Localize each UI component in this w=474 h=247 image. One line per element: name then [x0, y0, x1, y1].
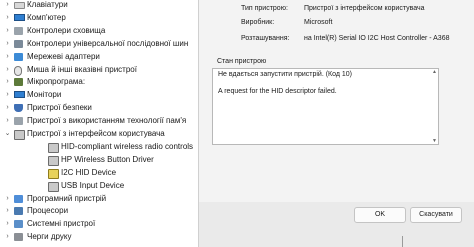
expand-chevron-icon[interactable]: › [4, 218, 11, 230]
tree-item-label: HID-compliant wireless radio controls [61, 141, 194, 151]
device-tree: › Клавіатури › Комп'ютер › Контролери сховища… [0, 0, 200, 247]
scroll-down-arrow-icon[interactable]: ▼ [432, 139, 437, 144]
mouse-icon [14, 65, 22, 76]
tree-category-item[interactable]: › Пристрої з використанням технології пам… [0, 115, 200, 127]
usb-icon [14, 39, 23, 48]
tree-item-label: Процесори [27, 206, 69, 216]
tree-category-item[interactable]: › Комп'ютер [0, 12, 200, 24]
tree-category-item[interactable]: › Монітори [0, 89, 200, 101]
expand-chevron-icon[interactable]: › [4, 193, 11, 205]
tree-category-item[interactable]: › Процесори [0, 205, 200, 217]
tree-item-label: Пристрої з інтерфейсом користувача [27, 129, 165, 138]
system-icon [14, 220, 23, 229]
tree-item-label: Контролери універсальної послідовної шин [27, 38, 189, 48]
resize-grip[interactable] [402, 236, 403, 247]
disk-icon [14, 26, 23, 35]
cancel-button[interactable]: Скасувати [410, 207, 462, 223]
tree-item-label: Мережеві адаптери [27, 51, 100, 61]
monitor-icon [14, 13, 25, 21]
expand-chevron-icon[interactable]: › [4, 102, 11, 114]
hid-icon [48, 181, 59, 192]
expand-chevron-icon[interactable]: › [4, 0, 11, 11]
tree-device-item[interactable]: HP Wireless Button Driver [0, 154, 200, 166]
status-error-code-text: Не вдається запустити пристрій. (Код 10) [218, 71, 353, 78]
chip-icon [14, 78, 23, 87]
printer-icon [14, 233, 23, 242]
location-value: на Intel(R) Serial IO I2C Host Controlle… [304, 35, 450, 42]
monitor-icon [14, 91, 25, 99]
expand-chevron-icon[interactable]: › [4, 64, 11, 76]
tree-item-label: Програмний пристрій [27, 193, 107, 203]
ok-button[interactable]: OK [354, 207, 406, 223]
tree-item-label: Пристрої з використанням технології пам'… [27, 116, 187, 126]
tree-category-item[interactable]: › Програмний пристрій [0, 193, 200, 205]
expand-chevron-icon[interactable]: › [4, 115, 11, 127]
expand-chevron-icon[interactable]: › [4, 89, 11, 101]
tree-item-label: Пристрої безпеки [27, 103, 92, 113]
location-key: Розташування: [241, 35, 290, 42]
expand-chevron-icon[interactable]: › [4, 25, 11, 37]
expand-chevron-icon[interactable]: › [4, 51, 11, 63]
shield-icon [14, 104, 23, 113]
tree-item-label: Системні пристрої [27, 219, 96, 229]
device-status-textbox[interactable]: Не вдається запустити пристрій. (Код 10)… [212, 68, 439, 145]
tree-item-label: Миша й інші вказівні пристрої [27, 64, 137, 74]
tree-category-item[interactable]: › Мережеві адаптери [0, 51, 200, 63]
tree-item-label: Клавіатури [27, 0, 68, 9]
tree-device-item[interactable]: USB Input Device [0, 180, 200, 192]
tree-device-item[interactable]: HID-compliant wireless radio controls [0, 141, 200, 153]
manufacturer-value: Microsoft [304, 19, 333, 26]
tree-device-item[interactable]: I2C HID Device [0, 167, 200, 179]
hid-warning-icon [48, 168, 59, 179]
tree-item-label: I2C HID Device [61, 167, 117, 177]
collapse-chevron-icon[interactable]: ⌄ [4, 128, 11, 140]
hid-icon [14, 130, 25, 140]
expand-chevron-icon[interactable]: › [4, 205, 11, 217]
expand-chevron-icon[interactable]: › [4, 12, 11, 24]
device-properties-dialog: Тип пристрою: Пристрої з інтерфейсом кор… [198, 0, 474, 247]
status-scrollbar[interactable]: ▲ ▼ [432, 70, 437, 144]
tree-category-item[interactable]: › Клавіатури [0, 0, 200, 11]
keyboard-icon [14, 2, 25, 9]
tree-item-label: Монітори [27, 90, 62, 100]
tree-item-label: Комп'ютер [27, 12, 66, 22]
tree-category-item[interactable]: › Контролери сховища [0, 25, 200, 37]
manufacturer-key: Виробник: [241, 19, 275, 26]
tree-category-item[interactable]: ⌄ Пристрої з інтерфейсом користувача [0, 128, 200, 140]
device-type-key: Тип пристрою: [241, 5, 288, 12]
cpu-icon [14, 207, 23, 216]
expand-chevron-icon[interactable]: › [4, 231, 11, 243]
tree-item-label: USB Input Device [61, 180, 125, 190]
tree-category-item[interactable]: › Мікропрограма: [0, 76, 200, 88]
device-status-label: Стан пристрою [217, 58, 267, 65]
scroll-up-arrow-icon[interactable]: ▲ [432, 70, 437, 75]
network-icon [14, 52, 23, 61]
tree-category-item[interactable]: › Пристрої безпеки [0, 102, 200, 114]
app-icon [14, 194, 23, 203]
tree-category-item[interactable]: › Миша й інші вказівні пристрої [0, 64, 200, 76]
tree-category-item[interactable]: › Системні пристрої [0, 218, 200, 230]
status-detail-text: A request for the HID descriptor failed. [218, 88, 337, 95]
tree-item-label: Мікропрограма: [27, 77, 86, 87]
tree-category-item[interactable]: › Черги друку [0, 231, 200, 243]
hid-icon [48, 155, 59, 166]
device-type-value: Пристрої з інтерфейсом користувача [304, 5, 425, 12]
hid-icon [48, 142, 59, 153]
tree-item-label: Черги друку [27, 232, 72, 242]
tree-item-label: HP Wireless Button Driver [61, 154, 154, 164]
disk-icon [14, 117, 23, 126]
expand-chevron-icon[interactable]: › [4, 38, 11, 50]
tree-category-item[interactable]: › Контролери універсальної послідовної ши… [0, 38, 200, 50]
expand-chevron-icon[interactable]: › [4, 76, 11, 88]
tree-item-label: Контролери сховища [27, 25, 106, 35]
